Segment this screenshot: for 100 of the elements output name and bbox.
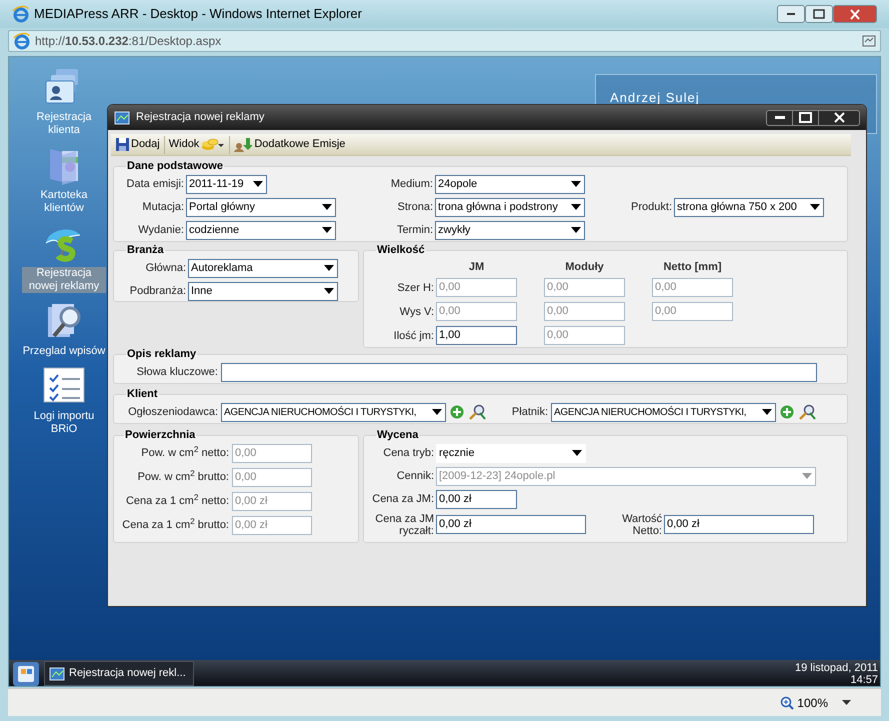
search-button[interactable] xyxy=(798,404,816,420)
field-label: Szer H: xyxy=(396,282,434,294)
maximize-button[interactable] xyxy=(805,5,833,23)
field-label: Wydanie: xyxy=(137,224,184,236)
field-label: Data emisji: xyxy=(126,178,184,190)
field-label: Podbranża: xyxy=(128,285,186,297)
dropdown[interactable]: AGENCJA NIERUCHOMOŚCI I TURYSTYKI, xyxy=(221,402,446,422)
text-field[interactable] xyxy=(221,362,817,382)
desktop-icon-label[interactable]: Kartoteka klientów xyxy=(22,189,106,215)
minimize-button[interactable] xyxy=(777,5,805,23)
dialog-title: Rejestracja nowej reklamy xyxy=(136,110,264,126)
toolbar-button[interactable]: Dodatkowe Emisje xyxy=(234,134,346,154)
dropdown[interactable]: ręcznie xyxy=(436,444,586,462)
field-label: Ilość jm: xyxy=(392,330,434,342)
minimize-icon xyxy=(774,116,784,119)
caret-down-icon xyxy=(572,450,582,456)
desktop-icon-label[interactable]: Przeglad wpisów xyxy=(22,345,106,358)
field-label: Strona: xyxy=(396,201,433,213)
caret-down-icon xyxy=(571,204,581,210)
caret-down-icon xyxy=(810,204,820,210)
browser-logo-icon xyxy=(12,5,30,23)
field-label: Wartość Netto: xyxy=(621,512,662,536)
field-label: Cennik: xyxy=(396,470,434,482)
field-label: Termin: xyxy=(396,224,433,236)
dropdown[interactable]: strona główna 750 x 200 xyxy=(674,198,824,216)
browser-logo-icon xyxy=(13,32,31,50)
field-label: Cena tryb: xyxy=(382,447,434,459)
field-label: Główna: xyxy=(144,262,186,274)
caret-down-icon xyxy=(571,181,581,187)
column-header: JM xyxy=(468,260,486,274)
date-text: 19 listopad, 2011 xyxy=(795,662,878,674)
dropdown[interactable]: 24opole xyxy=(435,174,585,194)
dropdown[interactable]: codzienne xyxy=(186,220,336,240)
field-label: Cena za 1 cm$^{2}$ brutto: xyxy=(121,519,229,531)
search-button[interactable] xyxy=(468,404,486,420)
caret-down-icon xyxy=(322,227,332,233)
text-field[interactable]: 0,00 zł xyxy=(664,515,814,534)
field-label: Pow. w cm$^{2}$ brutto: xyxy=(136,471,229,483)
column-header: Netto [mm] xyxy=(662,260,723,274)
field-label: Płatnik: xyxy=(510,406,548,418)
dropdown[interactable]: Inne xyxy=(188,282,338,300)
dropdown[interactable]: Autoreklama xyxy=(188,258,338,278)
field-label: Cena za JM ryczałt: xyxy=(374,512,434,536)
window-app-icon xyxy=(17,664,35,682)
field-label: Słowa kluczowe: xyxy=(136,366,218,378)
text-field[interactable]: 0,00 zł xyxy=(436,515,586,534)
plus-icon xyxy=(780,405,794,419)
toolbar-button[interactable]: Dodaj xyxy=(115,134,160,154)
close-icon xyxy=(834,112,844,123)
zoom-icon xyxy=(780,696,794,710)
text-field[interactable]: 1,00 xyxy=(436,326,517,345)
window-app-icon xyxy=(49,666,65,680)
dropdown[interactable]: trona główna i podstrony xyxy=(435,198,585,216)
section-title: Branża xyxy=(126,243,165,258)
taskbar-button[interactable]: Rejestracja nowej rekl... xyxy=(44,661,194,686)
section-title: Wielkość xyxy=(376,243,426,258)
caret-down-icon xyxy=(571,227,581,233)
minimize-icon xyxy=(787,13,795,15)
address-bar[interactable]: http://10.53.0.232:81/Desktop.aspx xyxy=(8,30,881,52)
search-icon xyxy=(468,404,486,420)
maximize-icon xyxy=(799,112,812,123)
section-title: Dane podstawowe xyxy=(126,159,224,174)
section-title: Powierzchnia xyxy=(124,428,196,443)
download-people-icon xyxy=(234,137,252,152)
caret-down-icon xyxy=(842,700,851,705)
section-title: Klient xyxy=(126,387,159,402)
text-field[interactable]: 0,00 zł xyxy=(436,490,517,508)
window-app-icon xyxy=(114,110,130,124)
close-icon xyxy=(850,8,860,20)
time-text: 14:57 xyxy=(850,674,878,686)
date-picker[interactable]: 2011-11-19 xyxy=(186,174,267,194)
add-button[interactable] xyxy=(449,404,465,420)
caret-down-icon xyxy=(322,204,332,210)
field-label: Ogłoszeniodawca: xyxy=(127,406,218,418)
start-button[interactable] xyxy=(13,662,39,686)
column-header: Moduły xyxy=(564,260,605,274)
section-title: Opis reklamy xyxy=(126,347,198,362)
field-label: Medium: xyxy=(390,178,433,190)
dropdown[interactable]: Portal główny xyxy=(186,198,336,216)
toolbar-button[interactable]: Widok xyxy=(168,134,226,154)
field-label: Pow. w cm$^{2}$ netto: xyxy=(140,447,229,459)
add-button[interactable] xyxy=(779,404,795,420)
compatibility-icon xyxy=(862,34,876,48)
caret-down-icon xyxy=(432,409,442,415)
window-title: MEDIAPress ARR - Desktop - Windows Internet Explorer xyxy=(34,5,362,24)
caret-down-icon xyxy=(324,265,334,271)
field-label: Mutacja: xyxy=(141,201,184,213)
dropdown[interactable]: zwykły xyxy=(435,220,585,240)
caret-down-icon xyxy=(802,473,812,479)
maximize-icon xyxy=(813,9,825,19)
field-label: Produkt: xyxy=(630,201,672,213)
dropdown[interactable]: AGENCJA NIERUCHOMOŚCI I TURYSTYKI, xyxy=(551,402,776,422)
caret-down-icon xyxy=(762,409,772,415)
coins-icon xyxy=(201,137,226,152)
zoom-button[interactable]: 100% xyxy=(780,694,828,712)
user-name: Andrzej Sulej xyxy=(610,90,700,105)
field-label: Cena za JM: xyxy=(371,493,434,505)
section-title: Wycena xyxy=(376,428,420,443)
desktop-icon-label[interactable]: Logi importu BRiO xyxy=(22,410,106,436)
url-text: http://10.53.0.232:81/Desktop.aspx xyxy=(35,33,222,50)
